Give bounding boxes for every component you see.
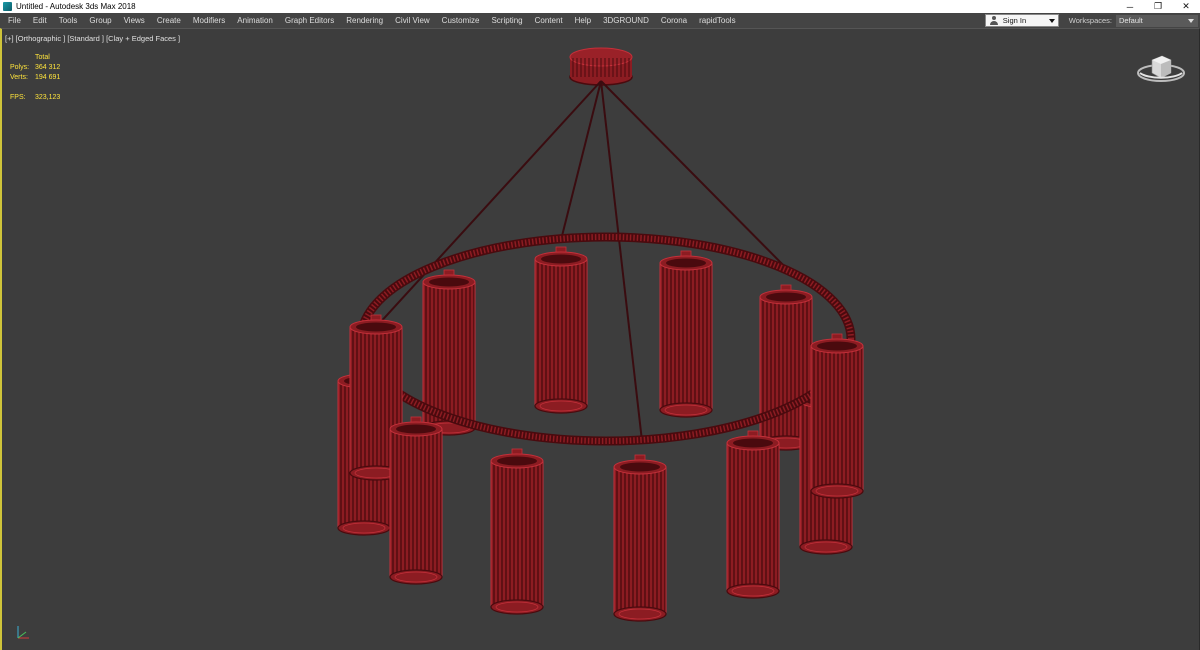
close-button[interactable]: ✕ — [1172, 0, 1200, 13]
lamp-front-center-left — [490, 448, 544, 615]
menu-civil-view[interactable]: Civil View — [389, 13, 436, 28]
menu-tools[interactable]: Tools — [53, 13, 84, 28]
lamp-top-hole — [620, 462, 660, 472]
lamp-back-center-left — [534, 246, 588, 414]
workspaces-label: Workspaces: — [1068, 16, 1112, 25]
lamp-top-hole — [429, 277, 469, 287]
lamp-body — [614, 467, 666, 614]
lamp-top-hole — [766, 292, 806, 302]
suspension-cable — [561, 80, 602, 237]
menu-group[interactable]: Group — [83, 13, 117, 28]
fps-label: FPS: — [10, 94, 26, 101]
menu-help[interactable]: Help — [569, 13, 597, 28]
axis-tripod-icon — [17, 626, 29, 639]
polys-value: 364 312 — [35, 64, 61, 71]
menu-graph-editors[interactable]: Graph Editors — [279, 13, 340, 28]
lamp-back-center-right — [659, 250, 713, 418]
menu-create[interactable]: Create — [151, 13, 187, 28]
lamp-top-hole — [666, 258, 706, 268]
chevron-down-icon — [1048, 18, 1055, 23]
lamp-front-right — [726, 430, 780, 599]
lamp-right-upper — [810, 333, 864, 499]
menu-animation[interactable]: Animation — [231, 13, 279, 28]
perspective-viewport[interactable]: [+] [Orthographic ] [Standard ] [Clay + … — [0, 28, 1200, 650]
viewcube-icon[interactable] — [1135, 51, 1187, 91]
statistics-overlay: Total Polys: 364 312 Verts: 194 691 FPS: 32… — [10, 53, 85, 103]
lamp-body — [491, 461, 543, 607]
verts-label: Verts: — [10, 74, 28, 81]
app-window: Untitled - Autodesk 3ds Max 2018 ─ ❐ ✕ F… — [0, 0, 1200, 650]
lamp-body — [811, 346, 863, 491]
menu-rapidtools[interactable]: rapidTools — [693, 13, 741, 28]
lamp-top-hole — [541, 254, 581, 264]
menu-3dground[interactable]: 3DGROUND — [597, 13, 655, 28]
polys-label: Polys: — [10, 64, 30, 71]
menu-modifiers[interactable]: Modifiers — [187, 13, 231, 28]
lamp-body — [535, 259, 587, 406]
chevron-down-icon — [1188, 18, 1194, 23]
lamp-front-center-right — [613, 454, 667, 622]
stats-header: Total — [35, 54, 50, 61]
menu-views[interactable]: Views — [118, 13, 151, 28]
lamp-body — [660, 263, 712, 410]
app-icon — [3, 2, 12, 11]
workspace-select[interactable]: Default — [1116, 14, 1198, 27]
menu-rendering[interactable]: Rendering — [340, 13, 389, 28]
lamp-top-hole — [817, 341, 857, 351]
sign-in-label: Sign In — [1002, 16, 1027, 25]
lamp-top-hole — [396, 424, 436, 434]
verts-value: 194 691 — [35, 74, 61, 81]
menu-file[interactable]: File — [0, 13, 27, 28]
menu-content[interactable]: Content — [529, 13, 569, 28]
menu-corona[interactable]: Corona — [655, 13, 693, 28]
workspace-value: Default — [1119, 16, 1143, 25]
sign-in-dropdown[interactable]: Sign In — [984, 14, 1059, 27]
lamp-top-hole — [356, 322, 396, 332]
user-icon — [989, 16, 999, 25]
viewport-label[interactable]: [+] [Orthographic ] [Standard ] [Clay + … — [5, 34, 180, 43]
suspension-cable — [600, 80, 798, 280]
window-title: Untitled - Autodesk 3ds Max 2018 — [16, 2, 136, 11]
restore-button[interactable]: ❐ — [1144, 0, 1172, 13]
minimize-button[interactable]: ─ — [1116, 0, 1144, 13]
chandelier-model — [337, 47, 864, 622]
menu-bar: File Edit Tools Group Views Create Modif… — [0, 13, 1200, 28]
menu-edit[interactable]: Edit — [27, 13, 53, 28]
suspension-cable — [600, 80, 643, 442]
menu-scripting[interactable]: Scripting — [485, 13, 528, 28]
lamp-body — [727, 443, 779, 591]
menu-customize[interactable]: Customize — [436, 13, 486, 28]
lamp-front-left — [389, 416, 443, 585]
lamp-body — [390, 429, 442, 577]
lamp-top-hole — [497, 456, 537, 466]
title-bar: Untitled - Autodesk 3ds Max 2018 ─ ❐ ✕ — [0, 0, 1200, 13]
fps-value: 323,123 — [35, 94, 61, 101]
lamp-top-hole — [733, 438, 773, 448]
